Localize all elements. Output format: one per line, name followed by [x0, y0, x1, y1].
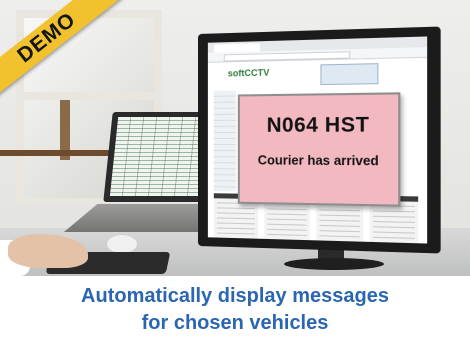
caption-banner: Automatically display messages for chose… [0, 276, 470, 344]
monitor: softCCTV N064 HST Courier has arrived [198, 26, 441, 254]
site-banner [320, 63, 379, 86]
popup-plate-number: N064 HST [266, 113, 370, 137]
popup-message: Courier has arrived [257, 153, 379, 169]
message-popup: N064 HST Courier has arrived [237, 92, 401, 207]
window-crossbar [16, 92, 162, 100]
monitor-stand-base [284, 258, 384, 270]
promo-image: softCCTV N064 HST Courier has arrived DE… [0, 0, 470, 344]
site-logo: softCCTV [227, 67, 270, 79]
wooden-shelf [0, 150, 120, 156]
site-sidebar [213, 90, 236, 192]
monitor-screen: softCCTV N064 HST Courier has arrived [207, 36, 428, 244]
caption-line-1: Automatically display messages [81, 285, 389, 307]
computer-mouse [106, 234, 138, 254]
caption-line-2: for chosen vehicles [141, 312, 329, 334]
